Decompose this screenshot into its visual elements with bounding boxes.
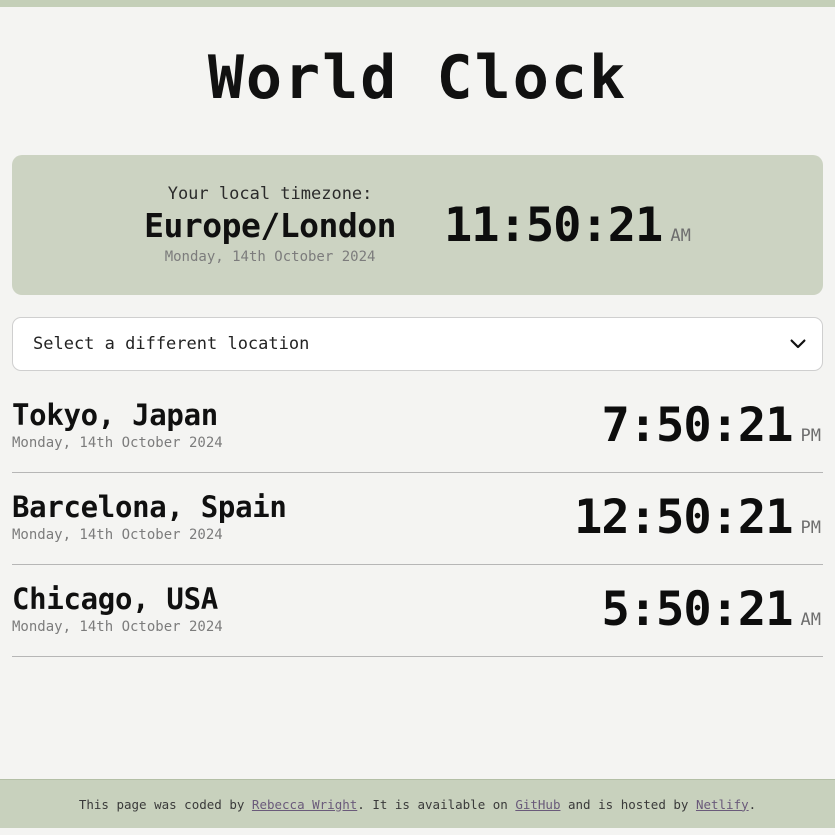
local-timezone-info: Your local timezone: Europe/London Monda… [144, 183, 396, 268]
city-time-meridiem: PM [800, 518, 821, 539]
footer-text-part-2: . It is available on [357, 796, 516, 812]
footer-text-part-4: . [748, 796, 757, 812]
footer-credit-text: This page was coded by Rebecca Wright. I… [79, 797, 756, 812]
footer-link-github[interactable]: GitHub [515, 797, 560, 812]
city-time-group: 7:50:21 PM [601, 402, 823, 449]
footer-link-netlify[interactable]: Netlify [696, 797, 749, 812]
local-time-meridiem: AM [670, 225, 691, 246]
local-timezone-name: Europe/London [144, 205, 396, 245]
top-accent-strip [0, 0, 835, 7]
city-info: Chicago, USA Monday, 14th October 2024 [12, 582, 223, 637]
local-time-value: 11:50:21 [443, 197, 663, 253]
site-footer: This page was coded by Rebecca Wright. I… [0, 779, 835, 828]
footer-text-part-3: and is hosted by [560, 796, 696, 812]
city-time-meridiem: AM [800, 610, 821, 631]
local-timezone-card: Your local timezone: Europe/London Monda… [12, 155, 823, 296]
location-select-wrapper: Select a different location [12, 317, 823, 372]
local-timezone-date: Monday, 14th October 2024 [164, 249, 376, 266]
city-time-value: 5:50:21 [601, 582, 793, 638]
table-row[interactable]: Chicago, USA Monday, 14th October 2024 5… [12, 565, 823, 658]
city-name: Chicago, USA [12, 581, 218, 616]
city-date: Monday, 14th October 2024 [12, 618, 223, 635]
page-title: World Clock [207, 43, 628, 113]
table-row[interactable]: Barcelona, Spain Monday, 14th October 20… [12, 473, 823, 566]
local-time-group: 11:50:21 AM [444, 202, 691, 249]
location-select[interactable]: Select a different location [12, 317, 823, 372]
city-time-value: 12:50:21 [574, 490, 793, 546]
city-time-value: 7:50:21 [601, 398, 793, 454]
page-root: World Clock Your local timezone: Europe/… [0, 0, 835, 828]
city-name: Tokyo, Japan [12, 397, 218, 432]
city-clock-list: Tokyo, Japan Monday, 14th October 2024 7… [12, 381, 823, 658]
city-info: Tokyo, Japan Monday, 14th October 2024 [12, 398, 223, 453]
city-date: Monday, 14th October 2024 [12, 434, 223, 451]
city-time-meridiem: PM [800, 426, 821, 447]
local-timezone-label: Your local timezone: [167, 183, 373, 204]
city-date: Monday, 14th October 2024 [12, 526, 223, 543]
city-info: Barcelona, Spain Monday, 14th October 20… [12, 490, 287, 545]
city-time-group: 12:50:21 PM [574, 494, 823, 541]
main-content: World Clock Your local timezone: Europe/… [0, 7, 835, 779]
table-row[interactable]: Tokyo, Japan Monday, 14th October 2024 7… [12, 381, 823, 474]
footer-link-author[interactable]: Rebecca Wright [252, 797, 357, 812]
city-name: Barcelona, Spain [12, 489, 287, 524]
city-time-group: 5:50:21 AM [601, 586, 823, 633]
footer-text-part-1: This page was coded by [78, 796, 252, 812]
